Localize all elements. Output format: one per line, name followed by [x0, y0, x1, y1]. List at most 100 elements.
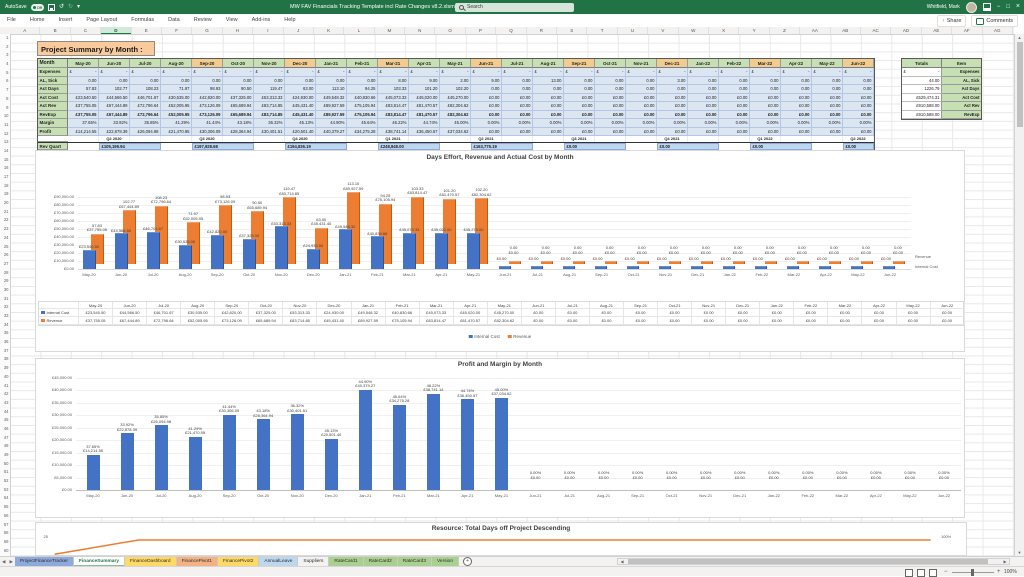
summary-cell[interactable]: £0.00 — [595, 102, 626, 111]
sheet-tab-financepivot1[interactable]: FinancePivot1 — [177, 557, 218, 567]
column-header-S[interactable]: S — [557, 27, 587, 34]
row-header-60[interactable]: 60 — [0, 547, 10, 556]
column-header-E[interactable]: E — [132, 27, 162, 34]
summary-cell[interactable]: £42,820.00 — [192, 94, 223, 103]
summary-cell[interactable]: £37,755.05 — [68, 102, 99, 111]
summary-cell[interactable]: £44,566.50 — [99, 94, 130, 103]
summary-cell[interactable]: £0.00 — [626, 102, 657, 111]
row-header-36[interactable]: 36 — [0, 338, 10, 347]
column-header-O[interactable]: O — [435, 27, 465, 34]
summary-cell[interactable]: £ - — [192, 68, 223, 77]
ribbon-tab-page-layout[interactable]: Page Layout — [79, 14, 124, 27]
summary-cell[interactable]: £ - — [471, 68, 502, 77]
row-header-1[interactable]: 1 — [0, 34, 10, 43]
row-header-18[interactable]: 18 — [0, 182, 10, 191]
summary-cell[interactable]: 0.00 — [161, 77, 192, 86]
summary-cell[interactable]: £0.00 — [564, 102, 595, 111]
row-header-14[interactable]: 14 — [0, 147, 10, 156]
column-header-AA[interactable]: AA — [800, 27, 830, 34]
summary-cell[interactable]: 0.00 — [223, 77, 254, 86]
sheet-tab-annualleave[interactable]: AnnualLeave — [259, 557, 298, 567]
sheet-nav-right-icon[interactable]: ▶ — [7, 559, 14, 565]
summary-cell[interactable]: 0.00 — [719, 85, 750, 94]
summary-cell[interactable]: 0.00 — [471, 85, 502, 94]
summary-cell[interactable]: £45,431.40 — [285, 111, 316, 120]
row-header-37[interactable]: 37 — [0, 347, 10, 356]
summary-cell[interactable]: £0.00 — [781, 94, 812, 103]
month-header-cell[interactable]: Dec-20 — [285, 59, 316, 68]
summary-cell[interactable]: £0.00 — [564, 111, 595, 120]
summary-cell[interactable]: 0.00 — [502, 85, 533, 94]
summary-cell[interactable]: £0.00 — [471, 128, 502, 137]
summary-cell[interactable]: 2.00 — [440, 77, 471, 86]
minimize-button[interactable]: − — [997, 4, 1001, 10]
summary-cell[interactable]: 0.00 — [781, 77, 812, 86]
summary-cell[interactable]: 3.00 — [657, 77, 688, 86]
summary-cell[interactable]: 108.23 — [130, 85, 161, 94]
row-header-27[interactable]: 27 — [0, 260, 10, 269]
row-header-59[interactable]: 59 — [0, 538, 10, 547]
hscroll-thumb[interactable] — [628, 559, 988, 564]
row-header-23[interactable]: 23 — [0, 225, 10, 234]
summary-cell[interactable]: 46.22% — [378, 119, 409, 128]
summary-cell[interactable]: 13.00 — [533, 77, 564, 86]
save-icon[interactable] — [48, 4, 55, 11]
summary-cell[interactable]: £0.00 — [502, 102, 533, 111]
summary-cell[interactable]: 44.74% — [409, 119, 440, 128]
summary-cell[interactable]: £49,548.32 — [316, 94, 347, 103]
summary-cell[interactable]: 9.00 — [471, 77, 502, 86]
summary-cell[interactable]: 0.00 — [285, 77, 316, 86]
summary-cell[interactable]: £0.00 — [595, 128, 626, 137]
summary-cell[interactable]: £0.00 — [595, 94, 626, 103]
summary-cell[interactable]: £0.00 — [719, 128, 750, 137]
summary-cell[interactable]: £72,796.64 — [130, 111, 161, 120]
summary-cell[interactable]: £14,214.55 — [68, 128, 99, 137]
sheet-nav-left-icon[interactable]: ◀ — [0, 559, 7, 565]
summary-cell[interactable]: £ - — [781, 68, 812, 77]
summary-cell[interactable]: £0.00 — [533, 102, 564, 111]
quick-access-chevron-icon[interactable]: ▾ — [77, 4, 80, 10]
row-header-35[interactable]: 35 — [0, 329, 10, 338]
column-header-M[interactable]: M — [375, 27, 405, 34]
vertical-scrollbar[interactable]: ▲ ▼ — [1014, 34, 1024, 556]
row-header-8[interactable]: 8 — [0, 95, 10, 104]
row-header-47[interactable]: 47 — [0, 434, 10, 443]
row-header-7[interactable]: 7 — [0, 86, 10, 95]
summary-cell[interactable]: 0.00 — [99, 77, 130, 86]
summary-cell[interactable]: £0.00 — [471, 94, 502, 103]
summary-cell[interactable]: £0.00 — [533, 128, 564, 137]
summary-cell[interactable]: £83,714.85 — [254, 102, 285, 111]
summary-cell[interactable]: 98.93 — [192, 85, 223, 94]
row-header-6[interactable]: 6 — [0, 77, 10, 86]
summary-cell[interactable]: £ - — [99, 68, 130, 77]
column-header-V[interactable]: V — [648, 27, 678, 34]
summary-cell[interactable]: £45,073.33 — [378, 94, 409, 103]
summary-cell[interactable]: £73,126.09 — [192, 111, 223, 120]
summary-cell[interactable]: 0.00 — [688, 85, 719, 94]
column-header-H[interactable]: H — [223, 27, 253, 34]
month-header-cell[interactable]: Mar-21 — [378, 59, 409, 68]
month-header-cell[interactable]: Aug-20 — [161, 59, 192, 68]
month-header-cell[interactable]: Jul-20 — [130, 59, 161, 68]
summary-cell[interactable]: £0.00 — [843, 111, 874, 120]
summary-cell[interactable]: £ - — [564, 68, 595, 77]
totals-value[interactable]: £529,474.31 — [902, 94, 942, 103]
ribbon-tab-add-ins[interactable]: Add-ins — [245, 14, 278, 27]
rev-quart-value[interactable]: £248,848.00 — [378, 143, 440, 150]
summary-cell[interactable]: 90.50 — [223, 85, 254, 94]
avatar[interactable] — [966, 2, 977, 13]
summary-cell[interactable]: £0.00 — [750, 94, 781, 103]
summary-cell[interactable]: £45,270.00 — [440, 94, 471, 103]
month-header-cell[interactable]: Nov-20 — [254, 59, 285, 68]
summary-cell[interactable]: 0.00% — [626, 119, 657, 128]
column-header-P[interactable]: P — [466, 27, 496, 34]
normal-view-icon[interactable] — [905, 569, 913, 577]
summary-cell[interactable]: £30,306.09 — [192, 128, 223, 137]
month-header-cell[interactable]: Oct-20 — [223, 59, 254, 68]
summary-cell[interactable]: £0.00 — [688, 128, 719, 137]
rev-quart-value[interactable]: £105,199.94 — [99, 143, 161, 150]
row-header-20[interactable]: 20 — [0, 199, 10, 208]
summary-cell[interactable]: £0.00 — [533, 111, 564, 120]
summary-cell[interactable]: £ - — [378, 68, 409, 77]
row-header-4[interactable]: 4 — [0, 60, 10, 69]
